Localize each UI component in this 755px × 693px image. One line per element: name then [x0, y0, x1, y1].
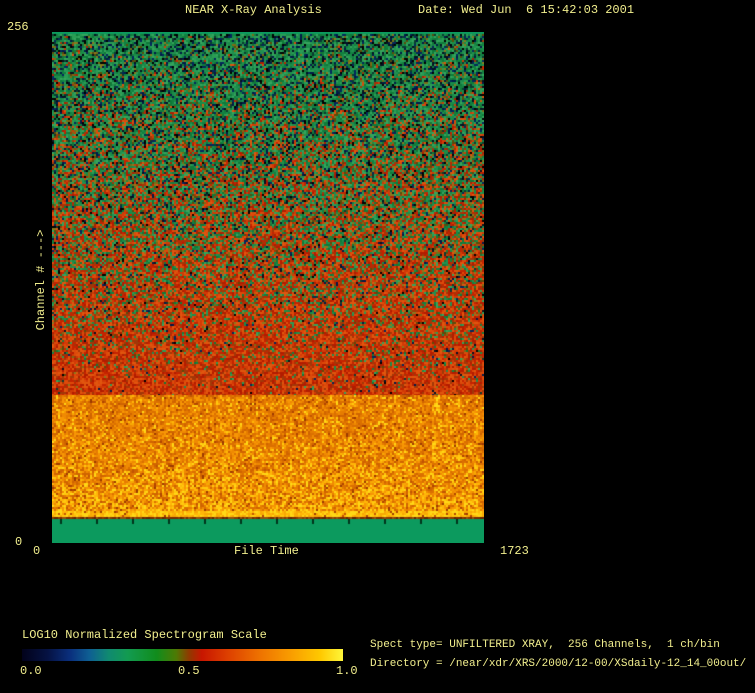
spect-type-info: Spect type= UNFILTERED XRAY, 256 Channel…	[370, 639, 720, 651]
near-xray-analysis-window: NEAR X-Ray Analysis Date: Wed Jun 6 15:4…	[0, 0, 755, 693]
x-axis-min-label: 0	[33, 544, 41, 558]
x-axis-max-label: 1723	[500, 544, 529, 558]
colorbar-tick-min: 0.0	[20, 664, 42, 678]
y-axis-min-label: 0	[15, 535, 23, 549]
date-label: Date: Wed Jun 6 15:42:03 2001	[418, 3, 635, 17]
y-axis-max-label: 256	[7, 20, 29, 34]
spectrogram-canvas	[52, 32, 484, 543]
colorbar-tick-mid: 0.5	[178, 664, 200, 678]
page-title: NEAR X-Ray Analysis	[185, 3, 322, 17]
colorbar-gradient	[22, 649, 343, 661]
x-axis-title: File Time	[234, 544, 299, 558]
colorbar-title: LOG10 Normalized Spectrogram Scale	[22, 628, 267, 642]
colorbar-tick-max: 1.0	[336, 664, 358, 678]
directory-info: Directory = /near/xdr/XRS/2000/12-00/XSd…	[370, 658, 747, 670]
y-axis-title: Channel # --->	[34, 229, 48, 331]
